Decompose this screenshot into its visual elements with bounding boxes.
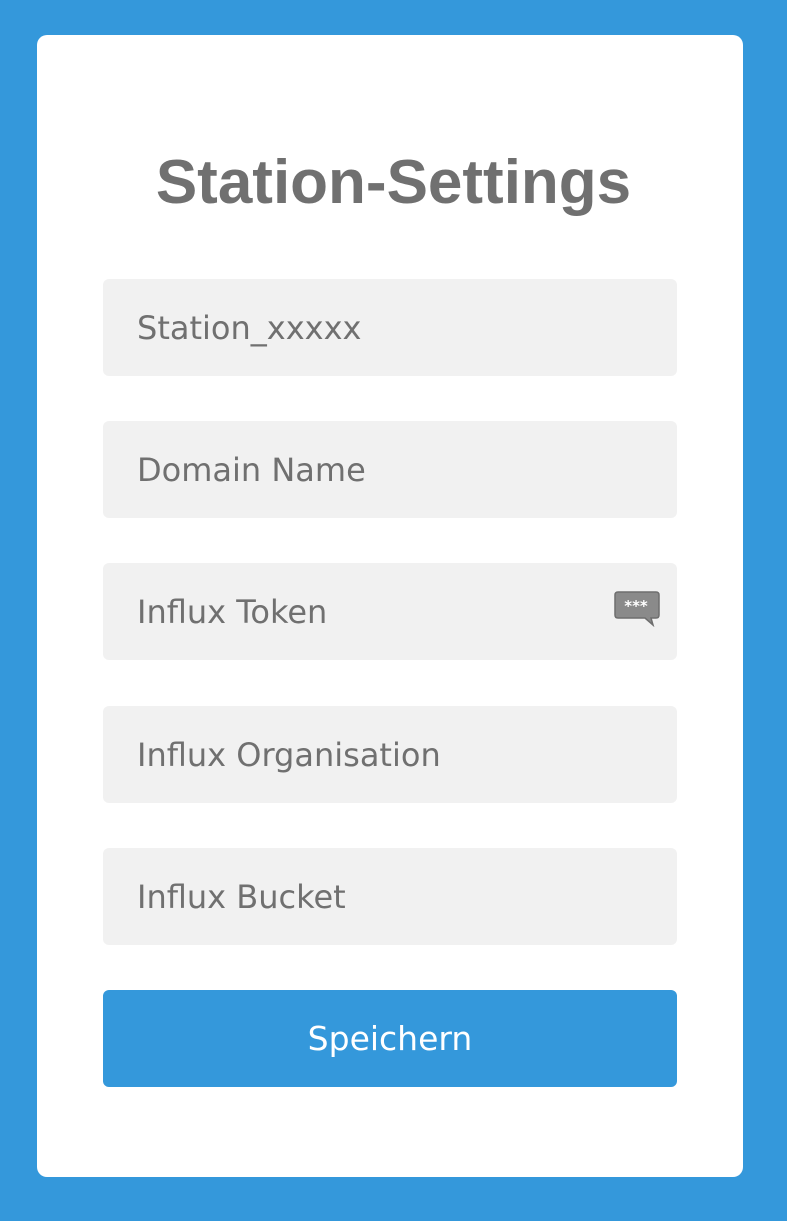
save-button[interactable]: Speichern (103, 990, 677, 1087)
page-title: Station-Settings (155, 148, 632, 217)
influx-organisation-input[interactable] (103, 706, 677, 803)
station-name-input[interactable] (103, 279, 677, 376)
domain-name-input[interactable] (103, 421, 677, 518)
influx-token-input[interactable] (103, 563, 677, 660)
password-icon-text: *** (624, 597, 648, 615)
password-manager-icon[interactable]: *** (614, 591, 660, 627)
influx-bucket-input[interactable] (103, 848, 677, 945)
